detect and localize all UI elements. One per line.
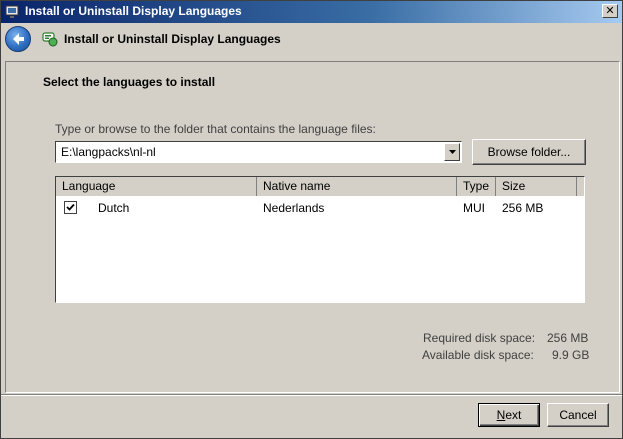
checkmark-icon [66,203,75,211]
available-disk-value: 9.9 GB [552,348,590,362]
column-header-language[interactable]: Language [56,177,257,196]
available-disk-label: Available disk space: [422,348,534,362]
footer-divider [1,394,622,396]
title-bar[interactable]: Install or Uninstall Display Languages ✕ [1,1,622,23]
folder-label: Type or browse to the folder that contai… [55,122,376,136]
required-disk-label: Required disk space: [423,331,536,345]
required-disk-value: 256 MB [547,331,589,345]
cell-language: Dutch [98,201,130,215]
folder-path-combobox[interactable]: E:\langpacks\nl-nl [55,141,462,163]
list-header: Language Native name Type Size [56,177,584,196]
back-button[interactable] [5,26,31,52]
column-header-filler [577,177,584,196]
cancel-button[interactable]: Cancel [547,403,609,427]
cell-type: MUI [463,201,485,215]
chevron-down-icon [449,150,456,154]
close-button[interactable]: ✕ [602,4,618,18]
column-header-native-name[interactable]: Native name [257,177,457,196]
close-icon: ✕ [605,5,615,17]
column-header-type[interactable]: Type [457,177,496,196]
language-checkbox[interactable] [64,201,77,214]
dialog-window: Install or Uninstall Display Languages ✕… [0,0,623,439]
next-label: ext [505,408,522,422]
browse-folder-button[interactable]: Browse folder... [472,139,586,165]
header-bar: Install or Uninstall Display Languages [1,23,622,57]
cell-size: 256 MB [502,201,544,215]
next-button[interactable]: Next [478,403,540,427]
dropdown-button[interactable] [444,143,460,161]
folder-path-input[interactable]: E:\langpacks\nl-nl [61,145,156,159]
section-heading: Select the languages to install [43,75,216,89]
cell-native-name: Nederlands [263,201,325,215]
back-arrow-icon [13,33,24,45]
page-title: Install or Uninstall Display Languages [64,32,281,46]
language-list[interactable]: Language Native name Type Size Dutch Ned… [55,176,585,303]
window-icon [5,5,19,18]
table-row[interactable]: Dutch Nederlands MUI 256 MB [56,198,584,218]
column-header-size[interactable]: Size [496,177,577,196]
window-title: Install or Uninstall Display Languages [25,4,242,18]
language-icon [42,32,58,47]
